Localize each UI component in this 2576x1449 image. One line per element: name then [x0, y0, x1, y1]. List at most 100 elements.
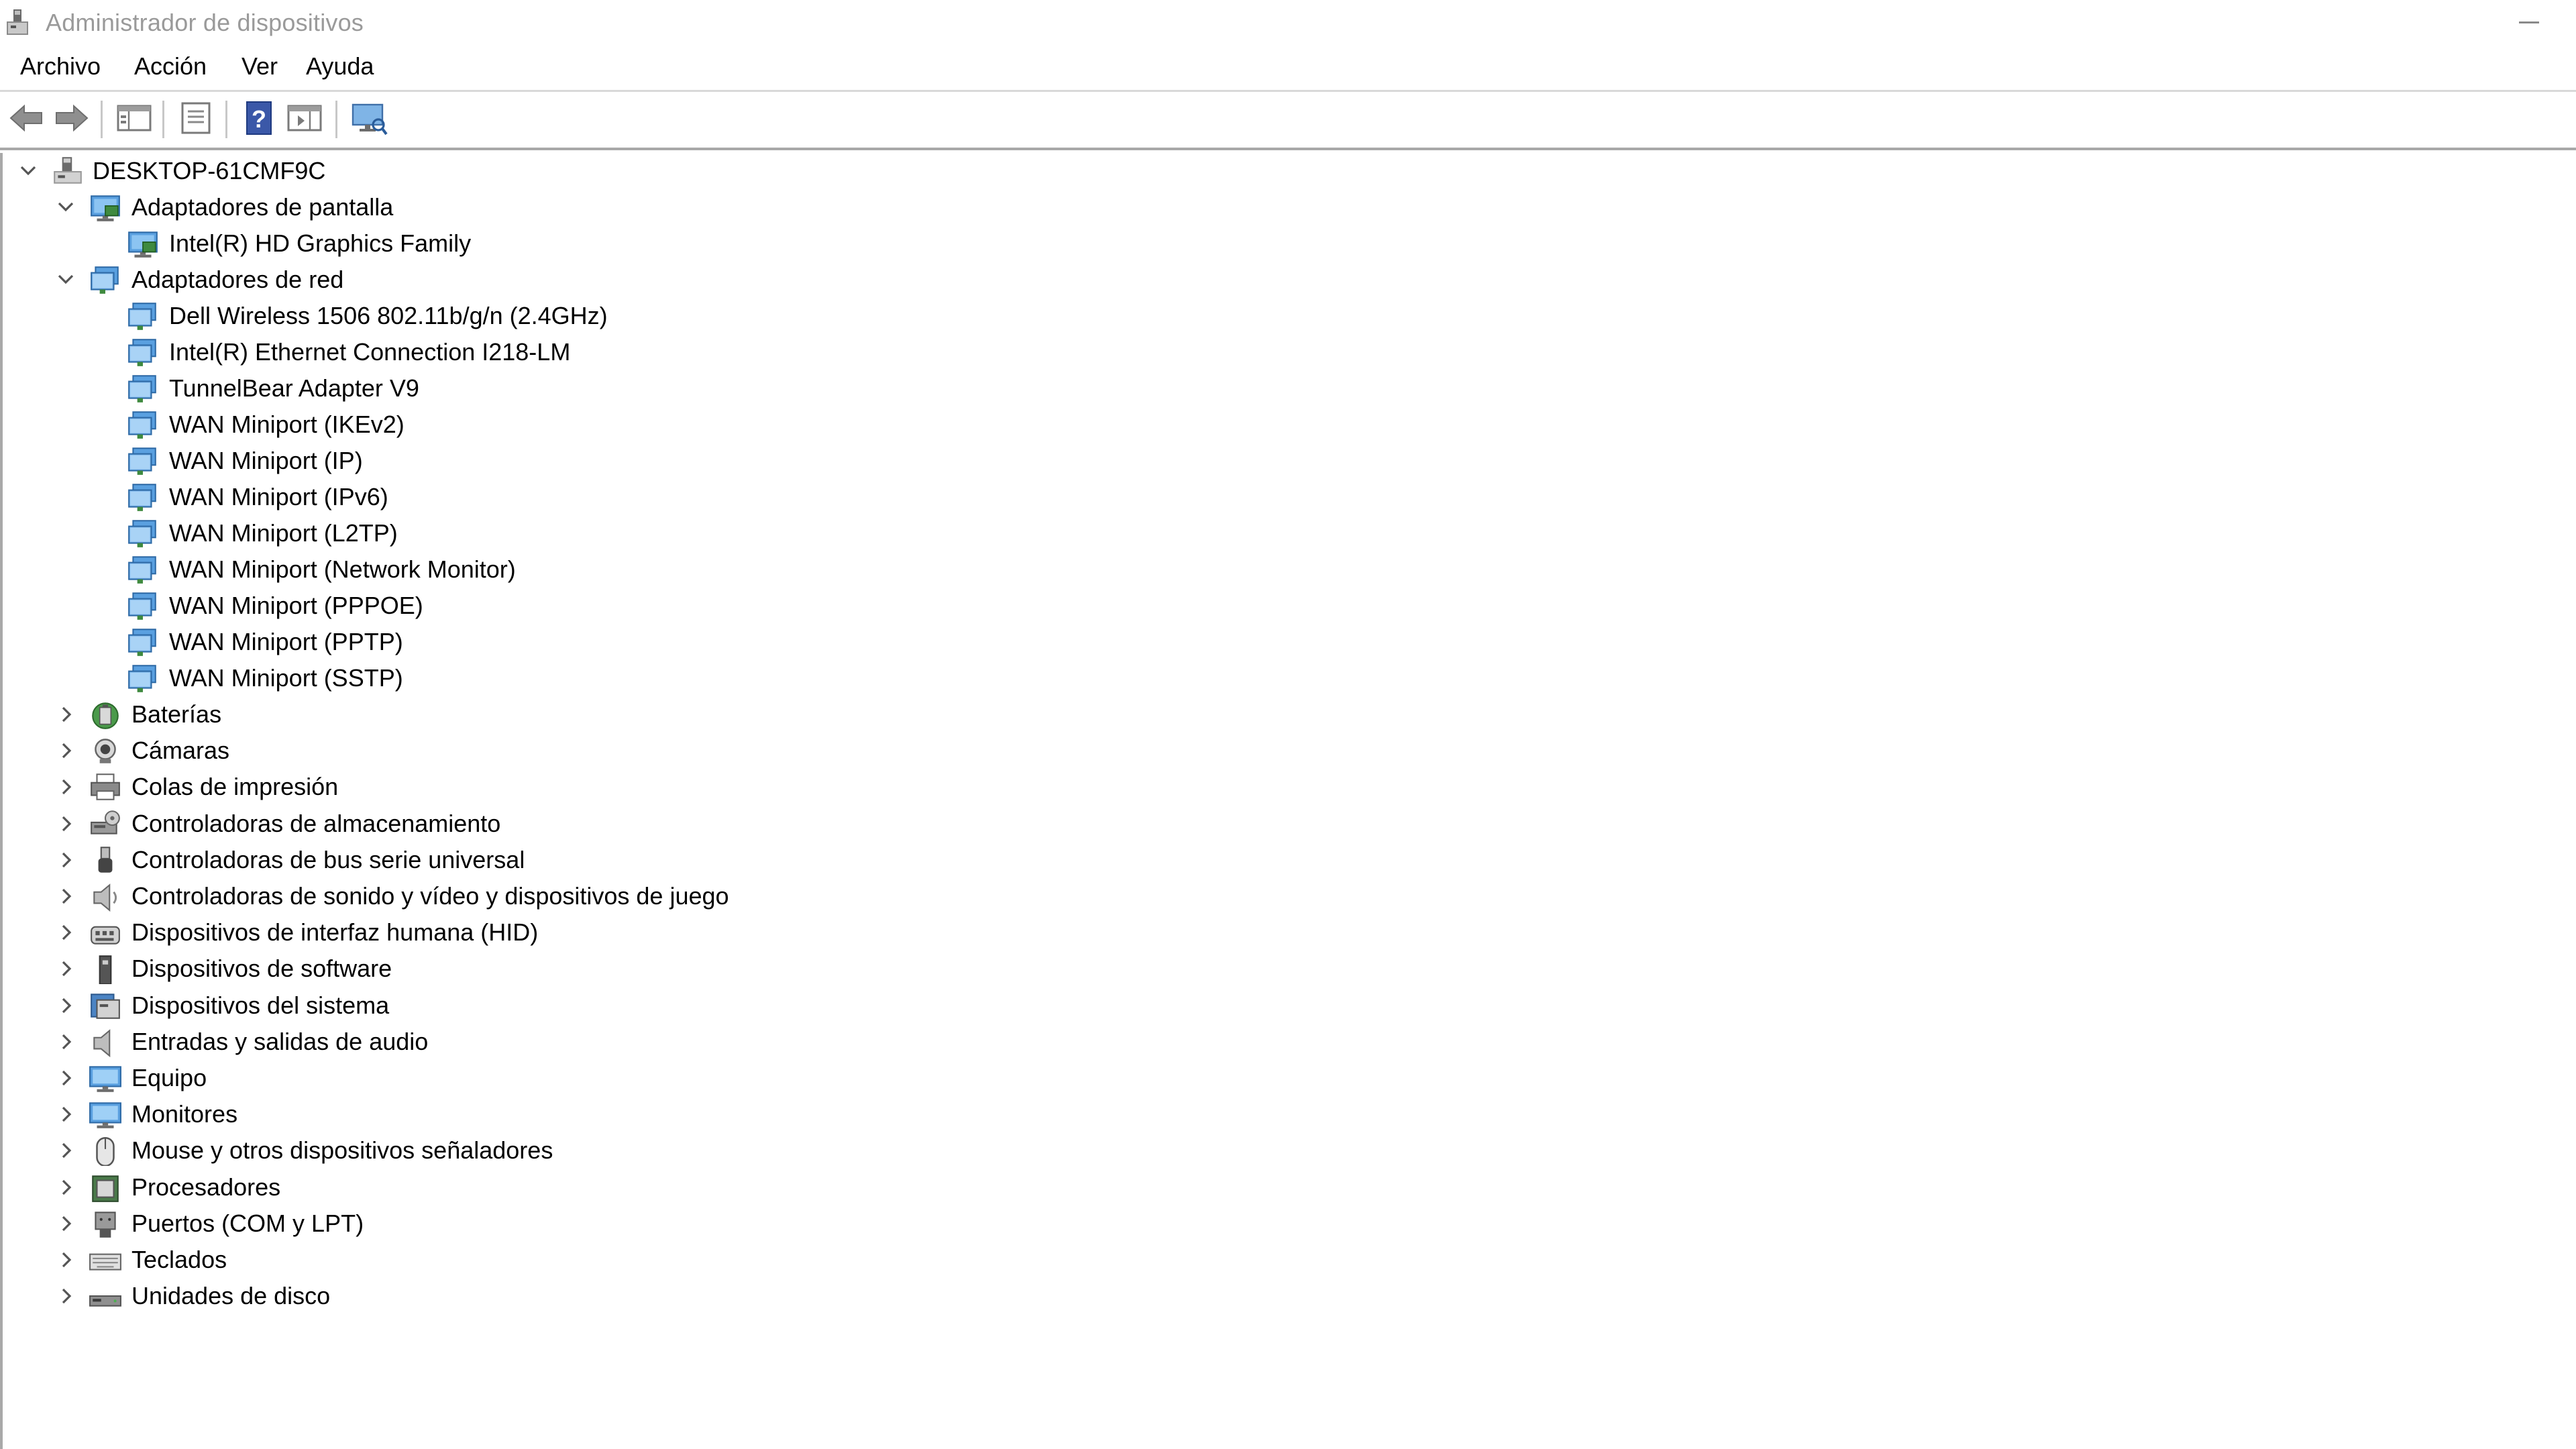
collapsed-chevron-icon[interactable] — [52, 987, 79, 1024]
expanded-chevron-icon[interactable] — [52, 189, 79, 225]
tree-category-item[interactable]: Teclados — [3, 1242, 942, 1278]
collapsed-chevron-icon[interactable] — [52, 1060, 79, 1096]
tree-device-label: WAN Miniport (PPTP) — [169, 628, 403, 655]
hid-icon — [91, 926, 120, 945]
tree-category-label: Entradas y salidas de audio — [131, 1027, 429, 1055]
toolbar-separator — [225, 101, 227, 138]
toolbar-separator — [101, 101, 103, 138]
tree-device-label: WAN Miniport (SSTP) — [169, 664, 403, 692]
display-adapter-icon — [128, 231, 158, 258]
tree-category-label: Dispositivos del sistema — [131, 991, 390, 1019]
tree-category-network-adapters[interactable]: Adaptadores de red — [3, 262, 942, 298]
tree-device-item[interactable]: Dell Wireless 1506 802.11b/g/n (2.4GHz) — [3, 298, 942, 334]
tree-category-item[interactable]: Monitores — [3, 1096, 942, 1132]
tree-category-label: Equipo — [131, 1064, 207, 1091]
tree-category-item[interactable]: Baterías — [3, 696, 942, 733]
audio-icon — [93, 1028, 111, 1057]
tree-category-label: Unidades de disco — [131, 1282, 331, 1310]
minimize-button[interactable] — [2496, 0, 2563, 44]
tree-device-item[interactable]: WAN Miniport (SSTP) — [3, 660, 942, 696]
tree-category-item[interactable]: Controladoras de bus serie universal — [3, 842, 942, 878]
action-pane-icon[interactable] — [284, 98, 325, 138]
collapsed-chevron-icon[interactable] — [52, 1169, 79, 1205]
tree-device-label: Intel(R) Ethernet Connection I218-LM — [169, 338, 571, 366]
help-icon[interactable]: ? — [239, 98, 279, 138]
console-tree-icon[interactable] — [114, 98, 154, 138]
expanded-chevron-icon[interactable] — [52, 262, 79, 298]
collapsed-chevron-icon[interactable] — [52, 1242, 79, 1278]
menu-ayuda[interactable]: Ayuda — [306, 52, 374, 80]
tree-device-item[interactable]: WAN Miniport (PPTP) — [3, 624, 942, 660]
device-manager-app-icon — [7, 9, 28, 35]
storage-controller-icon — [91, 810, 120, 835]
back-arrow-icon[interactable] — [7, 98, 47, 138]
forward-arrow-icon[interactable] — [51, 98, 91, 138]
tree-device-item[interactable]: TunnelBear Adapter V9 — [3, 370, 942, 407]
tree-category-label: Cámaras — [131, 737, 230, 765]
network-adapter-icon — [128, 411, 156, 439]
tree-category-item[interactable]: Controladoras de almacenamiento — [3, 806, 942, 842]
collapsed-chevron-icon[interactable] — [52, 769, 79, 805]
tree-device-item[interactable]: WAN Miniport (L2TP) — [3, 515, 942, 551]
collapsed-chevron-icon[interactable] — [52, 1024, 79, 1060]
tree-device-item[interactable]: WAN Miniport (IPv6) — [3, 479, 942, 515]
collapsed-chevron-icon[interactable] — [52, 1096, 79, 1132]
tree-device-item[interactable]: WAN Miniport (IKEv2) — [3, 407, 942, 443]
tree-device-label: WAN Miniport (IPv6) — [169, 483, 388, 511]
tree-device-item[interactable]: WAN Miniport (Network Monitor) — [3, 551, 942, 588]
tree-category-item[interactable]: Equipo — [3, 1060, 942, 1096]
collapsed-chevron-icon[interactable] — [52, 806, 79, 842]
tree-category-item[interactable]: Procesadores — [3, 1169, 942, 1205]
expanded-chevron-icon[interactable] — [15, 153, 42, 189]
tree-category-item[interactable]: Cámaras — [3, 733, 942, 769]
tree-category-item[interactable]: Unidades de disco — [3, 1278, 942, 1314]
collapsed-chevron-icon[interactable] — [52, 878, 79, 914]
collapsed-chevron-icon[interactable] — [52, 951, 79, 987]
tree-category-display-adapters[interactable]: Adaptadores de pantalla — [3, 189, 942, 225]
scan-hardware-icon[interactable] — [349, 98, 389, 138]
menu-separator — [0, 90, 2576, 92]
collapsed-chevron-icon[interactable] — [52, 733, 79, 769]
svg-text:?: ? — [252, 105, 266, 133]
collapsed-chevron-icon[interactable] — [52, 914, 79, 951]
tree-device-item[interactable]: Intel(R) Ethernet Connection I218-LM — [3, 334, 942, 370]
tree-category-item[interactable]: Colas de impresión — [3, 769, 942, 805]
tree-category-item[interactable]: Puertos (COM y LPT) — [3, 1205, 942, 1242]
tree-category-label: Dispositivos de software — [131, 955, 392, 983]
menu-archivo[interactable]: Archivo — [20, 52, 101, 80]
camera-icon — [95, 739, 116, 763]
monitor-icon — [89, 1102, 121, 1129]
menu-bar: Archivo Acción Ver Ayuda — [0, 47, 2576, 89]
network-adapter-icon — [128, 665, 156, 692]
collapsed-chevron-icon[interactable] — [52, 1278, 79, 1314]
tree-category-item[interactable]: Dispositivos del sistema — [3, 987, 942, 1024]
properties-icon[interactable] — [176, 98, 216, 138]
tree-category-item[interactable]: Dispositivos de interfaz humana (HID) — [3, 914, 942, 951]
tree-category-item[interactable]: Mouse y otros dispositivos señaladores — [3, 1132, 942, 1169]
tree-root-label: DESKTOP-61CMF9C — [93, 157, 326, 184]
tree-device-label: Dell Wireless 1506 802.11b/g/n (2.4GHz) — [169, 302, 608, 329]
network-adapter-icon — [91, 266, 119, 294]
tree-category-label: Procesadores — [131, 1173, 281, 1201]
menu-accion[interactable]: Acción — [134, 52, 207, 80]
tree-device-label: WAN Miniport (IKEv2) — [169, 411, 405, 438]
tree-root[interactable]: DESKTOP-61CMF9C — [3, 153, 942, 189]
tree-category-item[interactable]: Dispositivos de software — [3, 951, 942, 987]
tree-category-item[interactable]: Entradas y salidas de audio — [3, 1024, 942, 1060]
computer-icon — [89, 1066, 121, 1092]
display-adapter-icon — [91, 195, 120, 221]
tree-category-item[interactable]: Controladoras de sonido y vídeo y dispos… — [3, 878, 942, 914]
collapsed-chevron-icon[interactable] — [52, 1132, 79, 1169]
menu-ver[interactable]: Ver — [241, 52, 278, 80]
software-device-icon — [99, 955, 112, 985]
tree-device-item[interactable]: WAN Miniport (IP) — [3, 443, 942, 479]
collapsed-chevron-icon[interactable] — [52, 1205, 79, 1242]
collapsed-chevron-icon[interactable] — [52, 696, 79, 733]
tree-category-label: Controladoras de sonido y vídeo y dispos… — [131, 882, 729, 910]
network-adapter-icon — [128, 447, 156, 475]
tree-device-item[interactable]: WAN Miniport (PPPOE) — [3, 588, 942, 624]
printer-icon — [91, 773, 120, 801]
tree-device-item[interactable]: Intel(R) HD Graphics Family — [3, 225, 942, 262]
collapsed-chevron-icon[interactable] — [52, 842, 79, 878]
toolbar-separator-line — [0, 148, 2576, 150]
